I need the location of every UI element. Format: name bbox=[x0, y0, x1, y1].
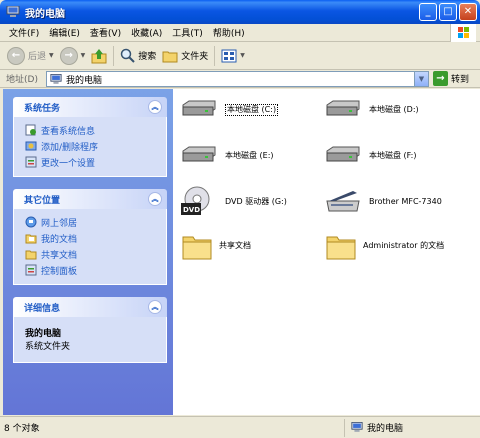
hard-drive-icon bbox=[326, 100, 360, 116]
place-shared-documents[interactable]: 共享文档 bbox=[25, 246, 158, 262]
item-label: 本地磁盘 (D:) bbox=[369, 105, 419, 115]
details-type: 系统文件夹 bbox=[25, 342, 71, 352]
task-add-remove-programs[interactable]: 添加/删除程序 bbox=[25, 138, 158, 154]
back-arrow-icon: ← bbox=[7, 46, 25, 65]
details-name: 我的电脑 bbox=[25, 329, 62, 339]
go-button[interactable]: → 转到 bbox=[433, 71, 469, 86]
dvd-badge-text: DVD bbox=[183, 206, 200, 214]
close-button[interactable]: ✕ bbox=[459, 3, 477, 21]
network-icon bbox=[25, 216, 37, 228]
other-places-panel: 其它位置 ︽ 网上邻居 我的文档 共享文档 控制面板 bbox=[13, 189, 167, 285]
place-control-panel[interactable]: 控制面板 bbox=[25, 262, 158, 278]
menu-help[interactable]: 帮助(H) bbox=[208, 26, 250, 39]
system-info-icon bbox=[25, 124, 36, 136]
scanner-icon bbox=[326, 191, 360, 212]
drive-item-g[interactable]: DVD DVD 驱动器 (G:) bbox=[179, 185, 287, 219]
hard-drive-icon bbox=[182, 100, 216, 116]
drive-item-f[interactable]: 本地磁盘 (F:) bbox=[323, 145, 416, 167]
chevron-down-icon: ▼ bbox=[49, 52, 54, 59]
shared-folder-icon bbox=[25, 250, 37, 260]
panel-header[interactable]: 其它位置 ︽ bbox=[13, 189, 167, 209]
address-label: 地址(D) bbox=[6, 75, 38, 85]
back-button[interactable]: ← 后退 ▼ bbox=[4, 45, 57, 67]
views-button[interactable]: ▼ bbox=[218, 45, 248, 67]
panel-header[interactable]: 详细信息 ︽ bbox=[13, 297, 167, 317]
search-icon bbox=[121, 48, 135, 63]
menu-file[interactable]: 文件(F) bbox=[4, 26, 44, 39]
minimize-button[interactable]: _ bbox=[419, 3, 437, 21]
drive-item-e[interactable]: 本地磁盘 (E:) bbox=[179, 145, 274, 167]
item-label: 本地磁盘 (C:) bbox=[225, 104, 279, 116]
drive-item-d[interactable]: 本地磁盘 (D:) bbox=[323, 99, 419, 121]
chevron-down-icon: ▼ bbox=[240, 52, 245, 59]
collapse-icon[interactable]: ︽ bbox=[148, 300, 162, 314]
toolbar-separator bbox=[214, 45, 216, 66]
hard-drive-icon bbox=[326, 146, 360, 162]
place-network[interactable]: 网上邻居 bbox=[25, 214, 158, 230]
window-title: 我的电脑 bbox=[25, 8, 65, 20]
collapse-icon[interactable]: ︽ bbox=[148, 192, 162, 206]
item-label: 本地磁盘 (F:) bbox=[369, 151, 417, 161]
panel-title: 详细信息 bbox=[24, 303, 61, 314]
go-arrow-icon: → bbox=[433, 71, 448, 86]
toolbar-separator bbox=[113, 45, 115, 66]
item-label: Administrator 的文档 bbox=[363, 241, 445, 251]
address-input[interactable]: 我的电脑 ▼ bbox=[46, 71, 429, 87]
folder-icon bbox=[182, 236, 212, 260]
views-icon bbox=[221, 49, 237, 62]
details-panel: 详细信息 ︽ 我的电脑 系统文件夹 bbox=[13, 297, 167, 363]
menu-bar: 文件(F) 编辑(E) 查看(V) 收藏(A) 工具(T) 帮助(H) bbox=[0, 24, 480, 42]
content-pane: 本地磁盘 (C:) 本地磁盘 (D:) 本地磁盘 (E:) 本地磁盘 (F:) … bbox=[173, 89, 480, 415]
menu-edit[interactable]: 编辑(E) bbox=[44, 26, 85, 39]
control-panel-icon bbox=[25, 156, 37, 168]
hard-drive-icon bbox=[182, 146, 216, 162]
toolbar: ← 后退 ▼ → ▼ 搜索 文件夹 ▼ bbox=[0, 42, 480, 70]
address-dropdown-button[interactable]: ▼ bbox=[414, 72, 428, 86]
place-my-documents[interactable]: 我的文档 bbox=[25, 230, 158, 246]
maximize-button[interactable]: □ bbox=[439, 3, 457, 21]
task-change-setting[interactable]: 更改一个设置 bbox=[25, 154, 158, 170]
documents-folder-icon bbox=[25, 234, 37, 244]
shared-documents-item[interactable]: 共享文档 bbox=[181, 231, 251, 261]
admin-documents-item[interactable]: Administrator 的文档 bbox=[325, 231, 463, 261]
folders-button[interactable]: 文件夹 bbox=[159, 45, 211, 67]
task-pane: 系统任务 ︽ 查看系统信息 添加/删除程序 更改一个设置 其它位置 ︽ 网上邻居… bbox=[3, 89, 173, 415]
folder-icon bbox=[162, 51, 178, 62]
menu-tools[interactable]: 工具(T) bbox=[167, 26, 208, 39]
panel-header[interactable]: 系统任务 ︽ bbox=[13, 97, 167, 117]
object-count: 8 个对象 bbox=[4, 424, 40, 434]
panel-title: 系统任务 bbox=[24, 103, 61, 114]
menu-favorites[interactable]: 收藏(A) bbox=[126, 26, 167, 39]
control-panel-icon bbox=[25, 264, 37, 276]
title-bar: 我的电脑 _ □ ✕ bbox=[0, 0, 480, 24]
status-location: 我的电脑 bbox=[344, 418, 403, 437]
item-label: 共享文档 bbox=[219, 241, 251, 251]
system-tasks-panel: 系统任务 ︽ 查看系统信息 添加/删除程序 更改一个设置 bbox=[13, 97, 167, 177]
drive-item-c[interactable]: 本地磁盘 (C:) bbox=[179, 99, 279, 121]
dvd-drive-icon: DVD bbox=[181, 186, 210, 215]
collapse-icon[interactable]: ︽ bbox=[148, 100, 162, 114]
folder-up-icon bbox=[91, 48, 107, 63]
address-value: 我的电脑 bbox=[66, 75, 103, 86]
panel-title: 其它位置 bbox=[24, 195, 61, 206]
computer-icon bbox=[50, 73, 62, 84]
add-remove-programs-icon bbox=[25, 141, 37, 151]
menu-view[interactable]: 查看(V) bbox=[85, 26, 126, 39]
status-bar: 8 个对象 我的电脑 bbox=[0, 416, 480, 438]
item-label: 本地磁盘 (E:) bbox=[225, 151, 274, 161]
search-button[interactable]: 搜索 bbox=[117, 45, 159, 67]
item-label: Brother MFC-7340 bbox=[369, 197, 442, 207]
windows-logo-icon bbox=[450, 24, 476, 42]
computer-icon bbox=[351, 422, 363, 432]
task-view-system-info[interactable]: 查看系统信息 bbox=[25, 122, 158, 138]
item-label: DVD 驱动器 (G:) bbox=[225, 197, 287, 207]
forward-button[interactable]: → ▼ bbox=[57, 45, 89, 67]
chevron-down-icon: ▼ bbox=[80, 52, 86, 59]
address-bar: 地址(D) 我的电脑 ▼ → 转到 bbox=[0, 70, 480, 88]
computer-icon bbox=[6, 6, 20, 17]
up-button[interactable] bbox=[88, 45, 110, 67]
scanner-item[interactable]: Brother MFC-7340 bbox=[323, 187, 442, 217]
forward-arrow-icon: → bbox=[59, 46, 78, 65]
folder-icon bbox=[326, 236, 356, 260]
